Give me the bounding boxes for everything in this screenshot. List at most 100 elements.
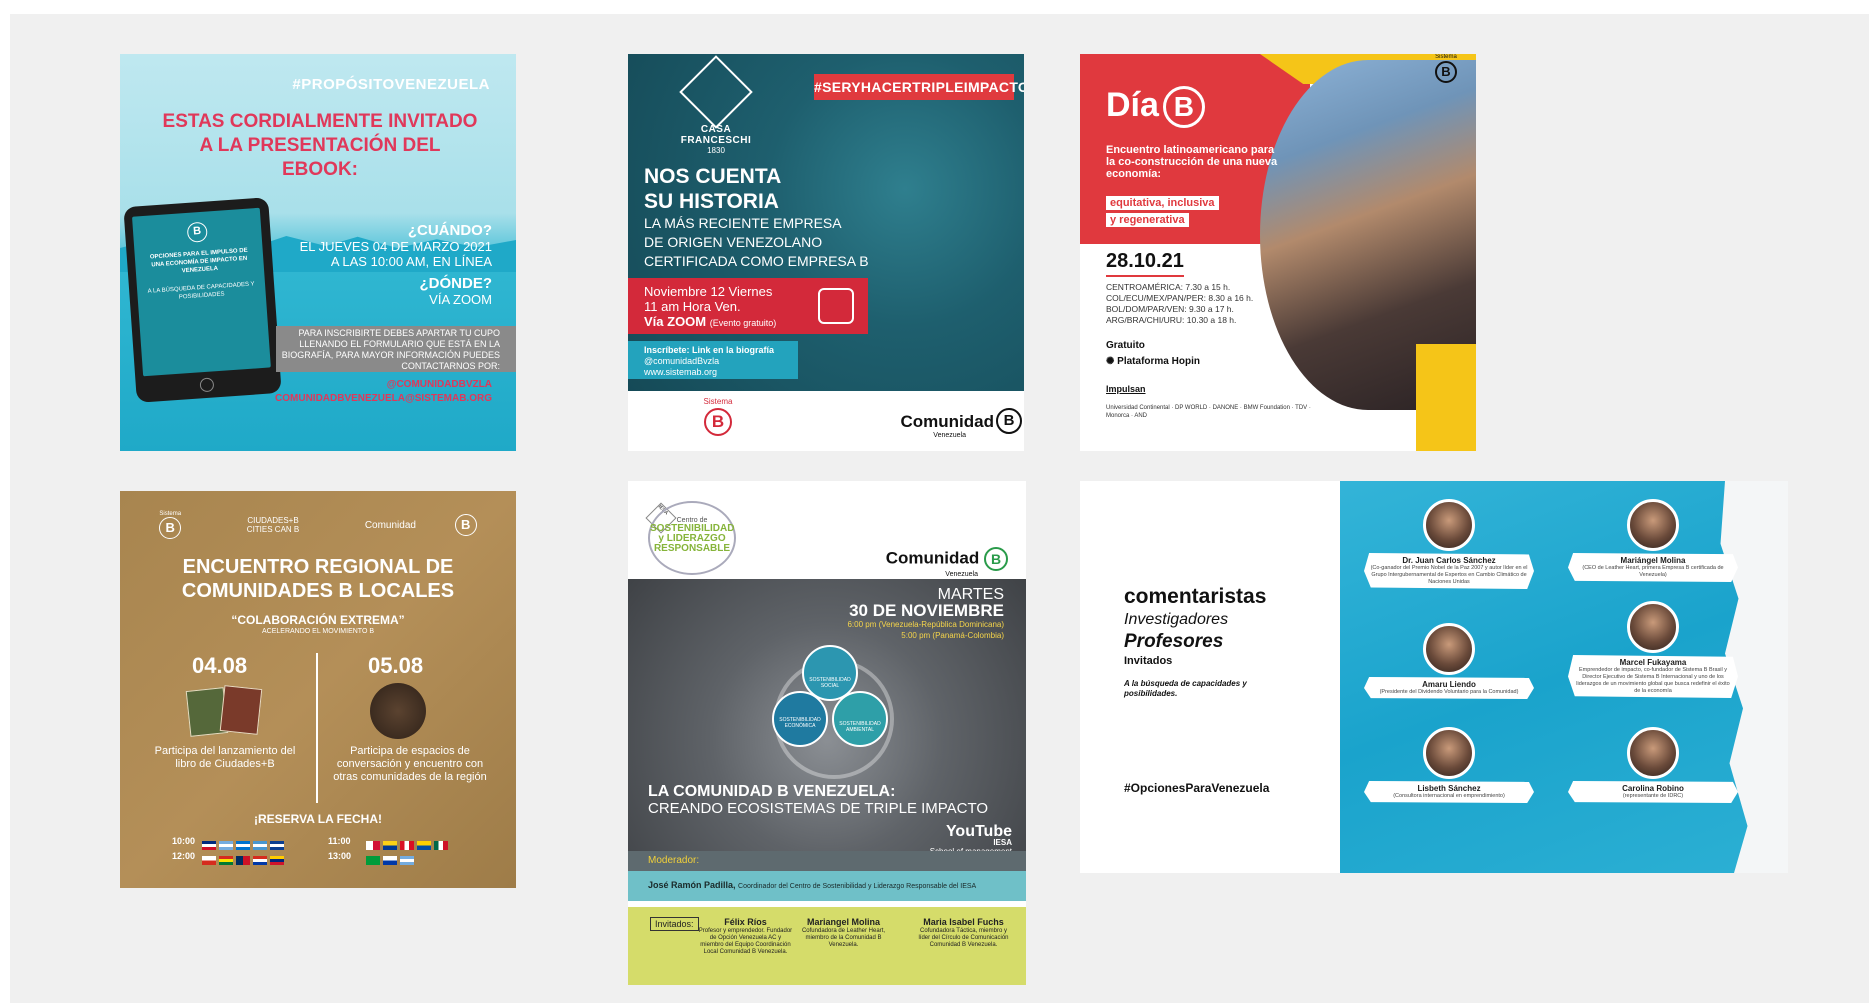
speaker-avatar [1423,623,1475,675]
card6-hashtag: #OpcionesParaVenezuela [1124,781,1270,795]
guest-maria-isabel: Maria Isabel Fuchs Cofundadora Táctica, m… [916,917,1011,949]
encuentro-text: Encuentro latinoamericano para la co-con… [1106,144,1278,180]
b-circle-icon: B [984,547,1008,571]
yellow-corner [1416,344,1476,451]
speaker-name: Mariángel Molina [1620,556,1686,565]
time-1300: 13:00 [328,851,352,861]
date-two: 05.08 [368,653,424,678]
speaker-name: Marcel Fukayama [1619,658,1687,667]
speaker-card: Marcel Fukayama Emprendedor de impacto, c… [1568,601,1738,698]
hopin-platform: ✺ Plataforma Hopin [1106,356,1200,367]
b-circle-icon: B [1435,61,1457,83]
ebook-title: OPCIONES PARA EL IMPULSO DE UNA ECONOMÍA… [149,247,248,275]
speaker-avatar [1627,727,1679,779]
card-comunidad-b-venezuela[interactable]: IESA Centro de SOSTENIBILIDAD y LIDERAZG… [628,481,1026,985]
time-line1: CENTROAMÉRICA: 7.30 a 15 h. [1106,282,1231,292]
card-encuentro-regional[interactable]: Sistema B CIUDADES+B CITIES CAN B Comunid… [120,491,516,888]
investigadores-label: Investigadores [1124,611,1229,628]
moderator-name: José Ramón Padilla, [648,880,736,890]
comunidad-label: Comunidad [900,412,995,431]
card2-register-band: Inscríbete: Link en la biografía @comuni… [628,341,798,379]
card5-title: LA COMUNIDAD B VENEZUELA: CREANDO ECOSIS… [648,783,988,817]
time-1000: 10:00 [172,836,196,846]
comunidad-label: Comunidad [885,548,980,568]
calendar-icon [818,288,854,324]
where-question: ¿DÓNDE? [419,275,493,292]
impulsan-label: Impulsan [1106,384,1146,394]
time-line4: ARG/BRA/CHI/URU: 10.30 a 18 h. [1106,315,1237,325]
when-answer1: EL JUEVES 04 DE MARZO 2021 [299,239,492,254]
tag-equitativa: equitativa, inclusiva [1106,196,1219,210]
tablet-home-button-icon [199,377,215,393]
tablet-screen: B OPCIONES PARA EL IMPULSO DE UNA ECONOM… [132,207,271,377]
card1-contact: @COMUNIDADBVZLA COMUNIDADBVENEZUELA@SIST… [275,378,492,406]
card4-subtitle2: ACELERANDO EL MOVIMIENTO B [261,628,375,635]
event-date: 30 DE NOVIEMBRE [849,601,1004,620]
time-ven: 6:00 pm (Venezuela-República Dominicana) [847,620,1004,629]
participa-libro: Participa del lanzamiento del libro de C… [154,745,296,770]
insc-line2: @comunidadBvzla [644,356,720,366]
profesores-label: Profesores [1124,631,1224,652]
card-dia-b[interactable]: Día B Encuentro latinoamericano para la c… [1080,54,1476,451]
plant-icon: SOSTENIBILIDAD AMBIENTAL [832,691,888,747]
books-image [185,685,268,737]
sub-line3: CERTIFICADA COMO EMPRESA B [644,253,869,269]
sistema-b-logo: Sistema B [1430,54,1462,84]
flags-row1 [202,837,287,850]
card2-headline: NOS CUENTA SU HISTORIA [644,164,781,214]
card-casa-franceschi[interactable]: CASA FRANCESCHI 1830 #SERYHACERTRIPLEIMP… [628,54,1024,451]
guest-desc: Cofundadora de Leather Heart, miembro de… [801,928,886,948]
speaker-desc: (CEO de Leather Heart, primera Empresa B… [1582,565,1724,578]
venezuela-label: Venezuela [933,432,966,439]
centro-sostenibilidad-badge: Centro de SOSTENIBILIDAD y LIDERAZGO RES… [648,501,736,575]
free-note: (Evento gratuito) [709,318,777,328]
busqueda-label: A la búsqueda de capacidades y posibilid… [1124,679,1247,698]
card1-invite: ESTAS CORDIALMENTE INVITADO A LA PRESENT… [160,110,480,182]
sistema-label: Sistema [1435,54,1457,60]
event-date: 28.10.21 [1106,250,1184,277]
comunidad-label: Comunidad [364,519,416,531]
platform-label: Plataforma Hopin [1117,356,1200,367]
b-circle-icon: B [1162,86,1205,129]
speaker-card: Amaru Liendo (Presidente del Dividendo Vo… [1364,623,1534,699]
guest-name: Mariangel Molina [806,917,880,927]
tablet-image: B OPCIONES PARA EL IMPULSO DE UNA ECONOM… [123,197,282,403]
b-circle-icon: B [159,517,182,539]
sistema-label: Sistema [703,397,733,406]
invitados-label: Invitados [1124,655,1173,667]
speaker-name: Carolina Robino [1622,784,1684,793]
speaker-avatar [1627,499,1679,551]
brand-year: 1830 [707,146,725,155]
speaker-card: Lisbeth Sánchez (Consultora internacional… [1364,727,1534,803]
casa-franceschi-logo: CASA FRANCESCHI 1830 [668,55,764,155]
speaker-avatar [1627,601,1679,653]
card-ebook-invitation[interactable]: #PROPÓSITOVENEZUELA ESTAS CORDIALMENTE I… [120,54,516,451]
where-answer: VÍA ZOOM [429,292,492,307]
when-answer2: A LAS 10:00 AM, EN LÍNEA [330,254,492,269]
speaker-box: Dr. Juan Carlos Sánchez (Co-ganador del P… [1364,553,1534,589]
speaker-box: Mariángel Molina (CEO de Leather Heart, p… [1568,553,1738,582]
card-comentaristas[interactable]: comentaristas Investigadores Profesores … [1080,481,1788,873]
when-question: ¿CUÁNDO? [407,222,492,239]
flags-row3 [366,837,451,850]
divider [316,653,318,803]
guests-label: Invitados: [650,917,699,931]
card5-date: MARTES 30 DE NOVIEMBRE 6:00 pm (Venezuel… [847,587,1004,641]
time-pan: 5:00 pm (Panamá-Colombia) [901,631,1004,640]
speaker-name: Amaru Liendo [1422,680,1476,689]
guest-name: Maria Isabel Fuchs [923,917,1004,927]
dia-b-title: Día B [1106,86,1205,129]
b-logo-icon: B [186,221,208,243]
headline-line2: SU HISTORIA [644,190,779,213]
speaker-name: Lisbeth Sánchez [1417,784,1481,793]
speaker-desc: (Presidente del Dividendo Voluntario par… [1379,689,1519,695]
invite-line1: ESTAS CORDIALMENTE INVITADO [162,111,478,132]
speaker-box: Amaru Liendo (Presidente del Dividendo Vo… [1364,677,1534,699]
guest-desc: Cofundadora Táctica, miembro y líder del… [918,928,1009,948]
insc-line3: www.sistemab.org [644,367,718,377]
community-photo [370,683,426,739]
speaker-desc: (representante de IDRC) [1622,793,1684,799]
flags-row2 [202,852,287,865]
book-icon [219,685,263,735]
insc-line1: Inscríbete: Link en la biografía [644,345,775,355]
